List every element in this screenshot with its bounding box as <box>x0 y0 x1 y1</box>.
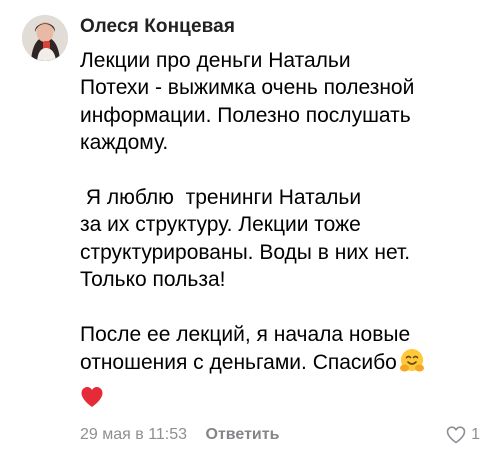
heart-outline-icon <box>446 426 466 444</box>
avatar-photo <box>22 15 68 61</box>
like-count: 1 <box>471 426 480 443</box>
comment-paragraph: Лекции про деньги Натальи Потехи - выжим… <box>80 49 415 155</box>
hugging-face-emoji-icon <box>399 348 425 381</box>
like-button[interactable]: 1 <box>446 424 480 446</box>
comment: Олеся Концевая Лекции про деньги Натальи… <box>0 0 500 460</box>
avatar[interactable] <box>22 15 68 61</box>
comment-text: Лекции про деньги Натальи Потехи - выжим… <box>80 47 490 415</box>
reply-button[interactable]: Ответить <box>206 424 280 446</box>
comment-date[interactable]: 29 мая в 11:53 <box>80 424 187 446</box>
comment-paragraph: После ее лекций, я начала новые отношени… <box>80 323 425 374</box>
comment-meta: 29 мая в 11:53 Ответить <box>80 424 279 446</box>
comment-paragraph-text: После ее лекций, я начала новые отношени… <box>80 323 411 375</box>
author-name[interactable]: Олеся Концевая <box>80 15 235 39</box>
comment-paragraph: Я люблю тренинги Натальи за их структуру… <box>80 186 411 292</box>
red-heart-emoji-icon <box>80 386 490 415</box>
